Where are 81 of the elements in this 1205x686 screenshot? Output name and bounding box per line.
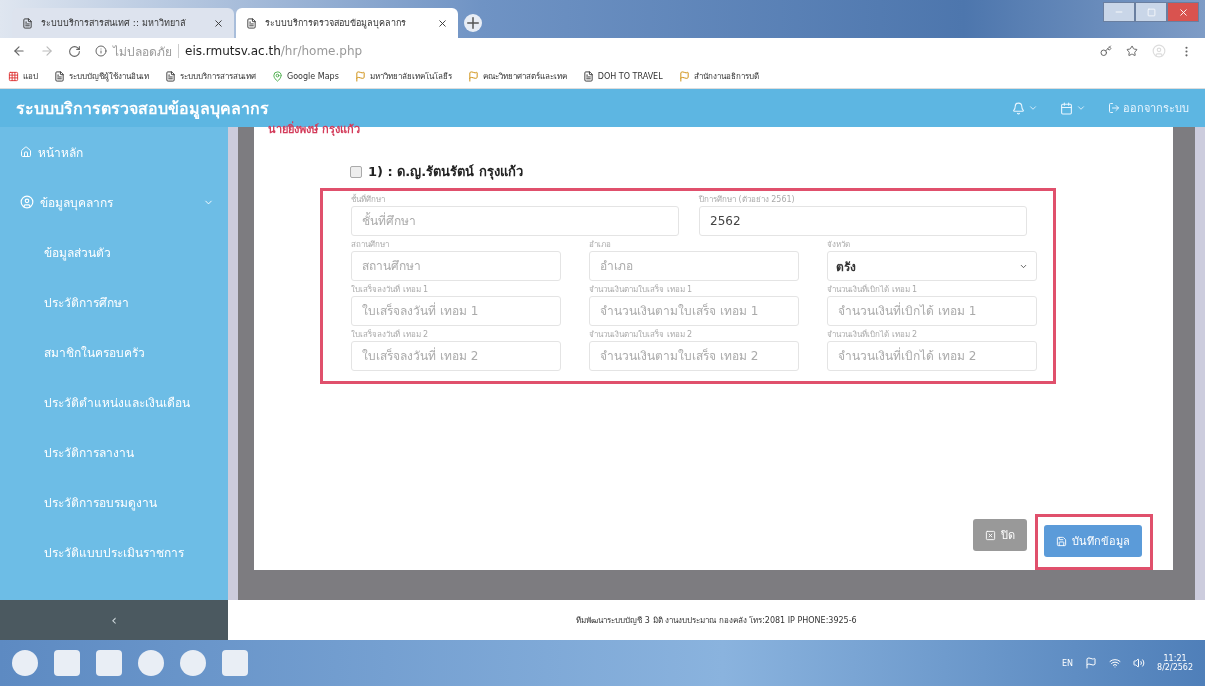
input-field[interactable]: จำนวนเงินตามใบเสร็จ เทอม 1	[589, 296, 799, 326]
field-label: ใบเสร็จลงวันที่ เทอม 1	[351, 283, 430, 296]
field-label: จำนวนเงินที่เบิกได้ เทอม 2	[827, 328, 919, 341]
modal-heading: นายยิ่งพงษ์ กรุงแก้ว	[268, 123, 361, 137]
key-icon[interactable]	[1100, 45, 1112, 57]
field-label: จำนวนเงินตามใบเสร็จ เทอม 1	[589, 283, 694, 296]
field-label: จำนวนเงินตามใบเสร็จ เทอม 2	[589, 328, 694, 341]
field-label: ชั้นที่ศึกษา	[351, 193, 386, 206]
minimize-button[interactable]	[1103, 2, 1135, 22]
security-label: ไม่ปลอดภัย	[113, 43, 172, 61]
footer-text: ทีมพัฒนาระบบบัญชี 3 มิติ งานงบประมาณ กองคลัง โทร:2081 IP PHONE:3925-6	[575, 614, 858, 627]
field-label: สถานศึกษา	[351, 239, 390, 251]
input-field[interactable]: จำนวนเงินที่เบิกได้ เทอม 1	[827, 296, 1037, 326]
browser-tab[interactable]: ระบบบริการตรวจสอบข้อมูลบุคลากร	[236, 8, 458, 38]
page-icon	[54, 70, 65, 82]
bookmark-link[interactable]: แอป	[23, 69, 38, 83]
scrollbar[interactable]	[228, 127, 238, 600]
home-icon	[20, 146, 32, 158]
bookmark-link[interactable]: สำนักงานอธิการบดี	[693, 69, 759, 83]
close-icon[interactable]	[213, 17, 224, 29]
caret-icon[interactable]	[1028, 103, 1038, 113]
bookmark-link[interactable]: ระบบบริการสารสนเทศ	[180, 69, 256, 83]
input-field[interactable]: สถานศึกษา	[351, 251, 561, 281]
flag-icon	[354, 70, 366, 82]
bookmark-link[interactable]: คณะวิทยาศาสตร์และเทค	[482, 69, 567, 83]
entry-label: 1) : ด.ญ.รัตนรัตน์ กรุงแก้ว	[368, 163, 523, 182]
app-title: ระบบบริการตรวจสอบข้อมูลบุคลากร	[16, 97, 270, 121]
bookmark-link[interactable]: Google Maps	[287, 71, 339, 81]
page-icon	[165, 70, 176, 82]
bookmark-link[interactable]: ระบบบัญชีผู้ใช้งานอินเท	[69, 69, 149, 83]
user-icon	[20, 195, 34, 209]
input-field[interactable]: จำนวนเงินตามใบเสร็จ เทอม 2	[589, 341, 799, 371]
star-icon[interactable]	[1126, 45, 1138, 57]
network-icon[interactable]	[1109, 657, 1122, 669]
input-field[interactable]: 2562	[699, 206, 1027, 236]
close-icon	[985, 529, 996, 541]
bookmark-link[interactable]: มหาวิทยาลัยเทคโนโลยีร	[369, 69, 452, 83]
address-field[interactable]: eis.rmutsv.ac.th/hr/home.php	[178, 44, 363, 58]
field-label: อำเภอ	[589, 239, 612, 251]
field-label: ปีการศึกษา (ตัวอย่าง 2561)	[699, 194, 796, 206]
bookmark-link[interactable]: DOH TO TRAVEL	[597, 71, 663, 81]
clock[interactable]: 11:21 8/2/2562	[1157, 654, 1193, 672]
reload-icon[interactable]	[68, 44, 81, 58]
province-select[interactable]: ตรัง	[827, 251, 1037, 281]
close-button[interactable]: ปิด	[973, 519, 1027, 551]
close-icon[interactable]	[437, 17, 448, 29]
scrollbar[interactable]	[1195, 127, 1205, 600]
page-icon	[22, 17, 33, 29]
input-field[interactable]: ใบเสร็จลงวันที่ เทอม 1	[351, 296, 561, 326]
map-pin-icon	[272, 70, 283, 82]
field-label: จำนวนเงินที่เบิกได้ เทอม 1	[827, 283, 919, 296]
input-field[interactable]: อำเภอ	[589, 251, 799, 281]
caret-icon[interactable]	[1076, 103, 1086, 113]
field-label: จังหวัด	[827, 239, 851, 251]
volume-icon[interactable]	[1133, 657, 1146, 669]
new-tab-icon[interactable]	[464, 14, 482, 32]
input-field[interactable]: ชั้นที่ศึกษา	[351, 206, 679, 236]
save-icon	[1056, 535, 1067, 547]
language-indicator[interactable]: EN	[1062, 658, 1074, 668]
logout-icon[interactable]	[1108, 102, 1120, 114]
flag-icon[interactable]	[1085, 657, 1098, 669]
field-label: ใบเสร็จลงวันที่ เทอม 2	[351, 328, 430, 341]
maximize-button[interactable]	[1135, 2, 1167, 22]
flag-icon	[678, 70, 690, 82]
apps-icon	[8, 70, 19, 82]
bell-icon[interactable]	[1012, 101, 1025, 115]
forward-icon[interactable]	[40, 44, 54, 58]
back-icon[interactable]	[12, 44, 26, 58]
page-icon	[582, 70, 594, 82]
maximize-icon	[1146, 7, 1156, 17]
input-field[interactable]: จำนวนเงินที่เบิกได้ เทอม 2	[827, 341, 1037, 371]
page-icon	[246, 17, 257, 29]
start-button[interactable]	[12, 650, 38, 676]
input-field[interactable]: ใบเสร็จลงวันที่ เทอม 2	[351, 341, 561, 371]
collapse-button[interactable]: ‹	[0, 600, 228, 640]
info-icon[interactable]	[95, 45, 107, 57]
close-icon	[1177, 6, 1189, 18]
checkbox[interactable]	[350, 165, 362, 178]
flag-icon	[467, 70, 479, 82]
calendar-icon[interactable]	[1060, 101, 1073, 115]
save-button[interactable]: บันทึกข้อมูล	[1044, 525, 1142, 557]
